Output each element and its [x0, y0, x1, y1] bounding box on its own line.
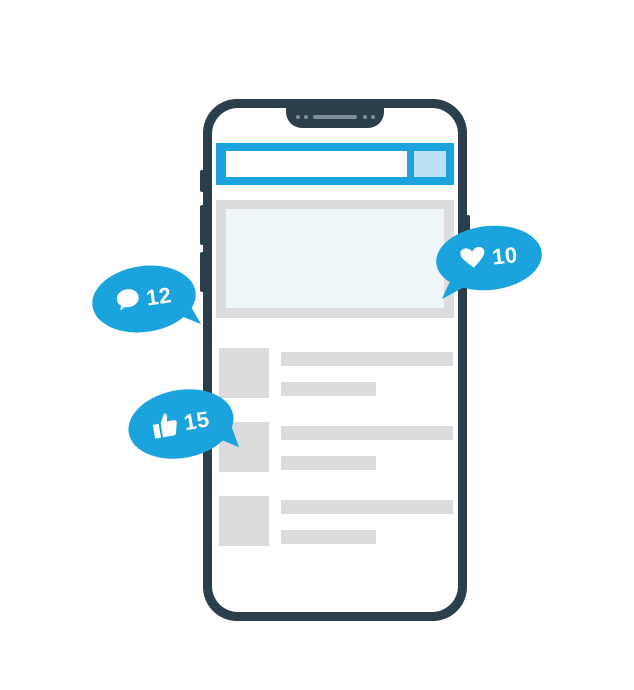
search-button[interactable] [414, 151, 446, 177]
side-button [200, 170, 204, 192]
list-item-subtitle-placeholder [281, 382, 376, 396]
list-item-thumbnail[interactable] [219, 496, 269, 546]
list-item-subtitle-placeholder [281, 456, 376, 470]
camera-dot [304, 115, 308, 119]
speaker-grille [313, 115, 357, 119]
list-item-thumbnail[interactable] [219, 348, 269, 398]
camera-dot [371, 115, 375, 119]
camera-dot [363, 115, 367, 119]
camera-dot [296, 115, 300, 119]
hero-image[interactable] [226, 209, 444, 308]
side-button [200, 252, 204, 292]
comment-icon [115, 286, 143, 316]
list-item-title-placeholder [281, 352, 453, 366]
side-button [200, 205, 204, 245]
comment-count: 12 [144, 282, 174, 311]
list-item-title-placeholder [281, 500, 453, 514]
list-item-title-placeholder [281, 426, 453, 440]
list-item-subtitle-placeholder [281, 530, 376, 544]
heart-icon [459, 245, 488, 275]
likes-count: 15 [181, 406, 212, 436]
thumbs-up-icon [150, 409, 181, 444]
search-input[interactable] [226, 151, 407, 177]
heart-count: 10 [490, 242, 519, 270]
